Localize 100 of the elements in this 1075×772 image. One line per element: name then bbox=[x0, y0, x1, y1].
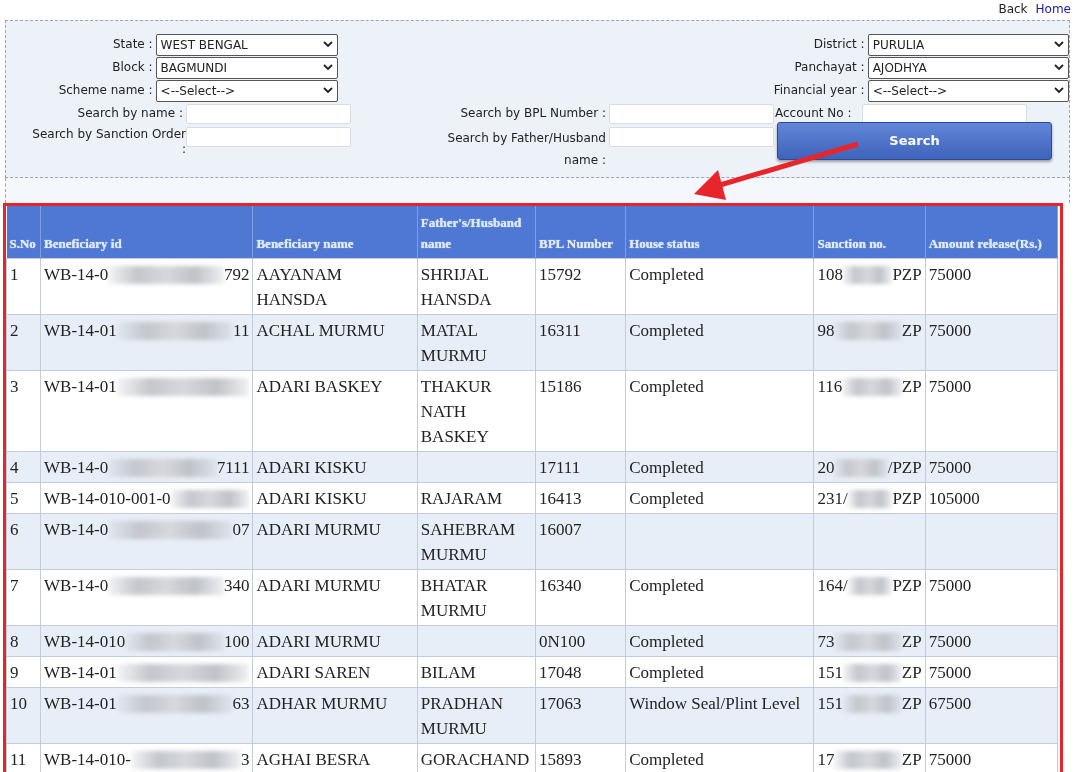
column-header: S.No bbox=[6, 206, 41, 258]
field-label: Account No : bbox=[775, 106, 853, 121]
table-cell-text: 17 bbox=[817, 748, 835, 771]
table-cell-text: 151 bbox=[817, 661, 843, 684]
input-field[interactable] bbox=[609, 127, 774, 147]
table-cell: Completed bbox=[629, 488, 704, 508]
table-cell: 2 bbox=[10, 320, 19, 340]
table-cell-text: 151 bbox=[817, 692, 843, 715]
dropdown-field[interactable]: <--Select--> bbox=[867, 79, 1069, 102]
dropdown-field[interactable]: AJODHYA bbox=[867, 56, 1069, 79]
table-cell: ADARI MURMU bbox=[256, 575, 381, 595]
table-cell: 75000 bbox=[928, 749, 972, 769]
table-cell: 16007 bbox=[539, 519, 582, 539]
table-cell: 17111 bbox=[539, 457, 581, 477]
table-cell-text: ZP bbox=[901, 692, 922, 715]
table-cell: Window Seal/Plint Level bbox=[629, 693, 801, 713]
field-label: Scheme name : bbox=[57, 83, 154, 98]
table-cell: 16340 bbox=[539, 575, 582, 595]
table-cell: SHRIJAL HANSDA bbox=[420, 264, 492, 309]
table-cell-text: WB-14-010-001-0 bbox=[44, 487, 171, 510]
dropdown-field[interactable]: PURULIA bbox=[867, 33, 1069, 56]
dropdown-field[interactable]: <--Select--> bbox=[155, 79, 338, 102]
table-cell: 4 bbox=[10, 457, 19, 477]
back-link[interactable]: Back bbox=[998, 0, 1028, 20]
table-cell-text: 792 bbox=[223, 263, 250, 286]
table-cell-text: ZP bbox=[901, 630, 922, 653]
table-cell: ADARI KISKU bbox=[256, 488, 367, 508]
table-cell: MATAL MURMU bbox=[420, 320, 487, 365]
input-field[interactable] bbox=[862, 103, 1027, 124]
table-cell: 75000 bbox=[928, 575, 972, 595]
table-cell: 7 bbox=[10, 575, 19, 595]
table-cell-text: 3 bbox=[240, 748, 250, 771]
table-cell-text: WB-14-0 bbox=[44, 574, 109, 597]
table-cell-text: 73 bbox=[817, 630, 835, 653]
input-field[interactable] bbox=[186, 103, 351, 124]
input-field[interactable] bbox=[609, 103, 774, 124]
field-label: Search by name : bbox=[76, 106, 184, 121]
field-label: Financial year : bbox=[772, 83, 866, 98]
table-cell-text: 07 bbox=[232, 518, 250, 541]
home-link[interactable]: Home bbox=[1035, 0, 1071, 20]
table-cell: ACHAL MURMU bbox=[256, 320, 385, 340]
table-cell: Completed bbox=[629, 376, 704, 396]
column-header: Beneficiary name bbox=[252, 206, 418, 258]
table-cell: BILAM bbox=[420, 662, 476, 682]
field-label: Panchayat : bbox=[793, 60, 866, 75]
dropdown-caret-icon bbox=[1054, 41, 1064, 48]
table-cell: ADARI KISKU bbox=[256, 457, 367, 477]
field-label: Search by Sanction Order : bbox=[31, 127, 186, 157]
table-cell-text: WB-14-01 bbox=[44, 319, 117, 342]
table-cell: Completed bbox=[629, 264, 704, 284]
column-header: House status bbox=[625, 206, 814, 258]
table-cell: THAKUR NATH BASKEY bbox=[420, 376, 492, 446]
dropdown-caret-icon bbox=[322, 87, 333, 94]
dropdown-caret-icon bbox=[1054, 87, 1064, 94]
table-cell-text: PZP bbox=[892, 263, 922, 286]
table-cell: 3 bbox=[10, 376, 19, 396]
table-cell-text: WB-14-01 bbox=[44, 692, 117, 715]
table-cell: 105000 bbox=[928, 488, 980, 508]
table-cell: 1 bbox=[10, 264, 19, 284]
table-cell: Completed bbox=[629, 457, 704, 477]
table-cell: 16311 bbox=[539, 320, 581, 340]
search-button[interactable]: Search bbox=[777, 122, 1052, 160]
table-cell: Completed bbox=[629, 662, 704, 682]
table-cell-text: 164/ bbox=[817, 574, 848, 597]
dropdown-field[interactable]: BAGMUNDI bbox=[155, 56, 338, 79]
table-cell-text: 100 bbox=[223, 630, 250, 653]
table-cell-text: ZP bbox=[901, 375, 922, 398]
dropdown-caret-icon bbox=[322, 64, 333, 71]
table-cell-text: 116 bbox=[817, 375, 843, 398]
field-label: District : bbox=[812, 37, 866, 52]
table-cell: AAYANAM HANSDA bbox=[256, 264, 342, 309]
table-cell-text: 340 bbox=[223, 574, 250, 597]
table-cell-text: 63 bbox=[232, 692, 250, 715]
table-cell: 10 bbox=[10, 693, 27, 713]
table-cell-text: WB-14-010 bbox=[44, 630, 126, 653]
table-cell-text: 108 bbox=[817, 263, 843, 286]
table-cell-text: PZP bbox=[892, 574, 922, 597]
table-cell-text: WB-14-010- bbox=[44, 748, 131, 771]
field-label: State : bbox=[112, 37, 154, 52]
field-label: Block : bbox=[111, 60, 154, 75]
table-cell: 0N100 bbox=[539, 631, 586, 651]
column-header: Sanction no. bbox=[814, 206, 926, 258]
table-cell: 75000 bbox=[928, 320, 972, 340]
table-cell: 75000 bbox=[928, 662, 972, 682]
table-cell-text: ZP bbox=[901, 748, 922, 771]
table-cell: Completed bbox=[629, 631, 704, 651]
table-cell-text: WB-14-0 bbox=[44, 456, 109, 479]
table-cell: 67500 bbox=[928, 693, 972, 713]
column-header: Father's/Husband name bbox=[417, 206, 536, 258]
table-cell: 75000 bbox=[928, 264, 972, 284]
table-cell: Completed bbox=[629, 575, 704, 595]
table-cell: 15893 bbox=[539, 749, 582, 769]
dropdown-caret-icon bbox=[1054, 64, 1064, 71]
table-cell: PRADHAN MURMU bbox=[420, 693, 503, 738]
table-cell-text: WB-14-0 bbox=[44, 263, 109, 286]
dropdown-field[interactable]: WEST BENGAL bbox=[155, 33, 338, 56]
table-cell-text: ZP bbox=[901, 661, 922, 684]
input-field[interactable] bbox=[186, 127, 351, 147]
table-cell: ADARI MURMU bbox=[256, 519, 381, 539]
table-cell: 15186 bbox=[539, 376, 582, 396]
